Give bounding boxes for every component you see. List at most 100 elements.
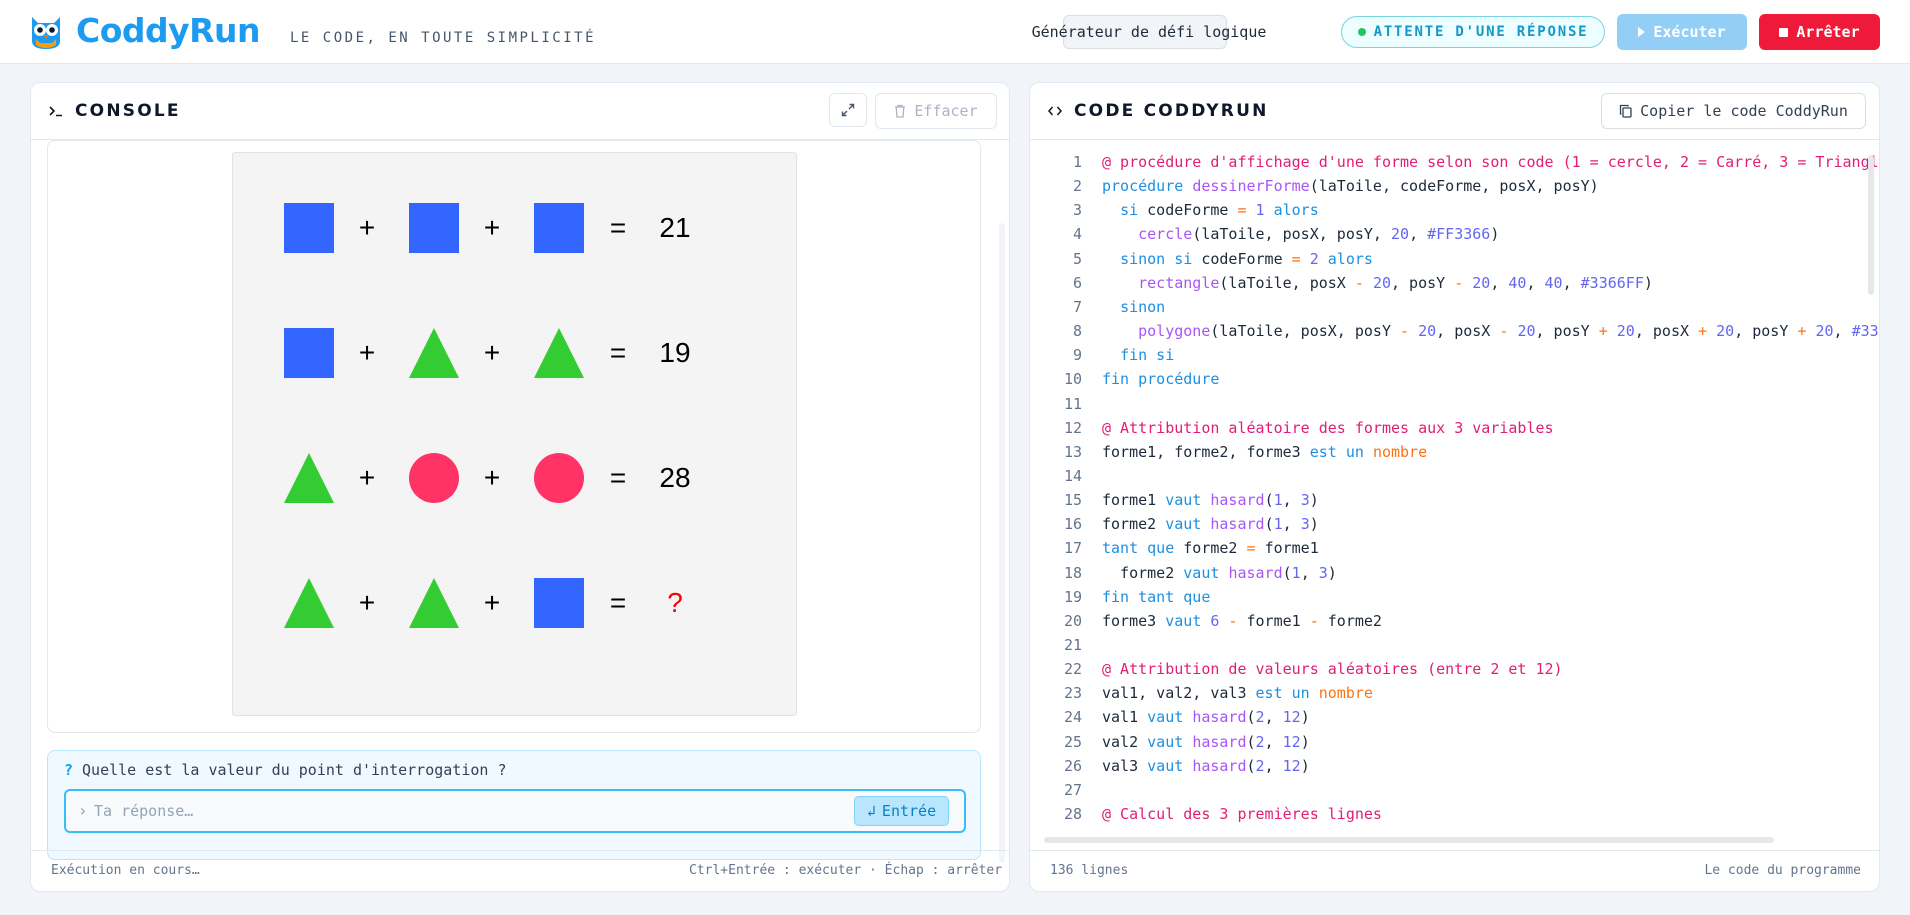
code-text: forme1 vaut hasard(1, 3) [1102,491,1319,510]
code-line: 1 @ procédure d'affichage d'une forme sel… [1030,150,1879,174]
circle-shape [409,453,459,503]
line-number: 9 [1072,346,1082,365]
console-panel: CONSOLE Effacer + + = 21 + + = 19 + + = 28 + + =? ? Qu… [30,82,1010,892]
line-number: 25 [1063,732,1082,751]
execute-button[interactable]: Exécuter [1617,14,1747,50]
code-footer-caption: Le code du programme [1704,863,1861,878]
code-text: forme2 vaut hasard(1, 3) [1102,515,1319,534]
keyboard-shortcuts-hint: Ctrl+Entrée : exécuter · Échap : arrêter [689,863,1003,878]
line-number: 13 [1063,442,1082,461]
stop-button[interactable]: Arrêter [1759,14,1880,50]
square-shape [284,328,334,378]
app-name: CoddyRun [76,11,261,50]
code-line: 28 @ Calcul des 3 premières lignes [1030,802,1879,826]
plus-sign: + [484,337,500,368]
code-brackets-icon [1048,106,1062,116]
code-text: fin tant que [1102,587,1211,606]
line-number: 21 [1063,636,1082,654]
triangle-shape [284,578,334,628]
code-line: 23 val1, val2, val3 est un nombre [1030,681,1879,705]
question-line: ? Quelle est la valeur du point d'interr… [64,761,506,779]
copy-icon [1619,104,1632,118]
line-number: 28 [1063,805,1082,824]
line-number: 29 [1030,826,1082,828]
line-number: 20 [1063,611,1082,630]
line-number: 8 [1072,322,1082,341]
code-line: 16 forme2 vaut hasard(1, 3) [1030,512,1879,536]
line-number: 26 [1063,756,1082,775]
console-output: + + = 21 + + = 19 + + = 28 + + =? [47,140,981,733]
expand-icon [841,103,855,117]
equals-sign: = [610,587,626,618]
answer-field: › ↲ Entrée [64,789,966,833]
submit-answer-label: Entrée [881,802,937,820]
code-line: 9 fin si [1030,343,1879,367]
code-line: 7 sinon [1030,295,1879,319]
square-shape [284,203,334,253]
challenge-generator-button[interactable]: Générateur de défi logique [1032,15,1266,49]
code-text: @ procédure d'affichage d'une forme selo… [1102,153,1879,171]
console-scrollbar[interactable] [999,223,1005,863]
line-number: 14 [1063,466,1082,485]
code-text: @ Attribution de valeurs aléatoires (ent… [1102,660,1563,679]
code-line: 5 sinon si codeForme = 2 alors [1030,247,1879,271]
code-line: 18 forme2 vaut hasard(1, 3) [1030,561,1879,585]
code-editor[interactable]: 1 @ procédure d'affichage d'une forme sel… [1030,140,1879,828]
console-title: CONSOLE [49,101,181,121]
play-icon [1638,27,1646,37]
puzzle-drawing: + + = 21 + + = 19 + + = 28 + + =? [284,203,691,628]
execution-status: Exécution en cours… [51,863,200,878]
enter-key-icon: ↲ [866,802,876,820]
line-number: 3 [1072,201,1082,220]
code-line: 22 @ Attribution de valeurs aléatoires (e… [1030,657,1879,681]
trash-icon [895,104,906,118]
plus-sign: + [484,212,500,243]
line-number: 11 [1063,394,1082,413]
code-text: val2 vaut hasard(2, 12) [1102,732,1310,751]
code-line: 6 rectangle(laToile, posX - 20, posY - 2… [1030,271,1879,295]
submit-answer-button[interactable]: ↲ Entrée [854,796,949,826]
code-text: sinon [1120,297,1166,316]
code-line: 19 fin tant que [1030,585,1879,609]
stop-icon [1779,27,1789,37]
equals-sign: = [610,462,626,493]
status-label: ATTENTE D'UNE RÉPONSE [1373,24,1589,40]
question-prompt: ? Quelle est la valeur du point d'interr… [47,750,981,860]
code-text: procédure dessinerForme(laToile, codeFor… [1102,177,1599,196]
code-text: fin si [1120,346,1175,365]
console-title-label: CONSOLE [75,101,181,121]
row-result: 19 [659,337,690,368]
code-text: cercle(laToile, posX, posY, 20, #FF3366) [1138,225,1500,244]
copy-code-button[interactable]: Copier le code CoddyRun [1601,93,1866,129]
answer-input[interactable] [94,797,794,825]
line-number: 7 [1072,297,1082,316]
console-footer-divider [31,850,1009,851]
code-text: val1, val2, val3 est un nombre [1102,684,1373,703]
unknown-result: ? [667,587,683,618]
line-number: 12 [1063,418,1082,437]
app-header: CoddyRun LE CODE, EN TOUTE SIMPLICITÉ Gé… [0,0,1910,64]
code-text: sinon si codeForme = 2 alors [1120,249,1373,268]
code-horizontal-scrollbar[interactable] [1044,837,1774,843]
expand-button[interactable] [829,93,867,127]
code-text: si codeForme = 1 alors [1120,201,1319,220]
clear-button[interactable]: Effacer [875,93,997,129]
code-line: 12 @ Attribution aléatoire des formes aux… [1030,416,1879,440]
prompt-chevron-icon: › [78,801,88,820]
code-line: 8 polygone(laToile, posX, posY - 20, pos… [1030,319,1879,343]
code-vertical-scrollbar[interactable] [1868,155,1874,295]
status-dot-icon [1357,28,1366,36]
code-line: 21 [1030,633,1879,657]
code-line: 29 res1, res2, res3 est un nombre [1030,826,1879,828]
code-line: 14 [1030,464,1879,488]
code-line: 13 forme1, forme2, forme3 est un nombre [1030,440,1879,464]
terminal-icon [49,106,62,117]
line-number: 27 [1063,780,1082,799]
equals-sign: = [610,337,626,368]
line-number: 22 [1063,660,1082,679]
line-number: 6 [1072,273,1082,292]
question-marker: ? [64,761,74,779]
code-text: fin procédure [1102,370,1220,389]
triangle-shape [409,578,459,628]
plus-sign: + [359,212,375,243]
